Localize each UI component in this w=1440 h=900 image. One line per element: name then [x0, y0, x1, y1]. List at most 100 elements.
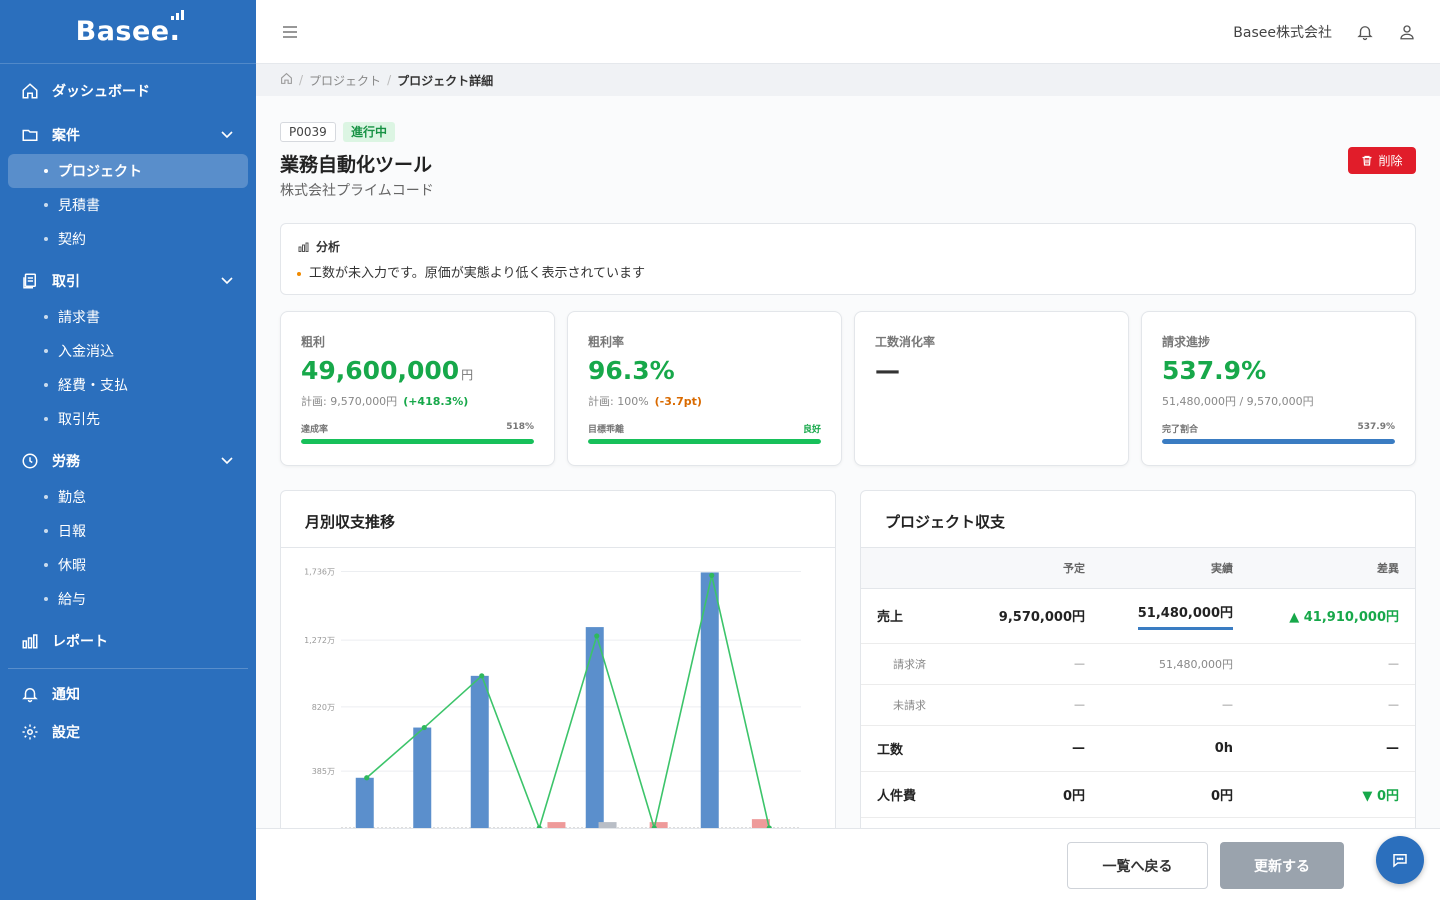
sidebar-group-labor[interactable]: 労務 [8, 442, 248, 480]
user-icon[interactable] [1398, 22, 1416, 46]
actual-value: 51,480,000円 [1101, 643, 1249, 685]
kpi-billing-progress: 請求進捗 537.9% 51,480,000円 / 9,570,000円 完了割… [1141, 311, 1416, 466]
delete-label: 削除 [1378, 154, 1403, 168]
kpi-gross-profit: 粗利 49,600,000 円 計画: 9,570,000円 (+418.3%) 達… [280, 311, 555, 466]
bell-icon [20, 684, 40, 704]
sidebar-item-label: 勤怠 [58, 490, 86, 506]
plan-value: — [971, 725, 1101, 772]
kpi-bar-value: 518% [506, 422, 534, 432]
sidebar-group-cases[interactable]: 案件 [8, 116, 248, 154]
company-name[interactable]: Basee株式会社 [1233, 22, 1332, 42]
progress-bar [301, 439, 534, 444]
row-label: 工数 [861, 725, 971, 772]
y-tick-label: 1,736万 [304, 568, 335, 577]
sidebar-item-payroll[interactable]: 給与 [8, 582, 248, 616]
sidebar-item-estimates[interactable]: 見積書 [8, 188, 248, 222]
analysis-header: 分析 [297, 238, 340, 255]
update-button[interactable]: 更新する [1220, 842, 1344, 889]
home-icon[interactable] [280, 72, 293, 88]
sidebar-item-daily-report[interactable]: 日報 [8, 514, 248, 548]
status-badge: 進行中 [343, 122, 396, 142]
plan-value: 0円 [971, 771, 1101, 818]
kpi-bar-value: 良好 [802, 425, 821, 435]
table-row: 人件費 0円 0円 ▼ 0円 [861, 771, 1415, 818]
breadcrumb-projects[interactable]: プロジェクト [309, 72, 381, 89]
kpi-label: 粗利率 [588, 335, 625, 349]
kpi-effort-usage: 工数消化率 — [854, 311, 1129, 466]
column-header: 実績 [1101, 548, 1249, 589]
kpi-sub: 計画: 9,570,000円 (+418.3%) [301, 395, 469, 408]
progress-bar [1162, 439, 1395, 444]
sidebar-nav: ダッシュボード 案件 プロジェクト 見積書 契約 取引 請求書 入金消込 経費・… [0, 64, 256, 759]
sidebar-item-label: 休暇 [58, 558, 86, 574]
menu-icon[interactable] [282, 24, 298, 43]
documents-icon [20, 271, 40, 291]
logo-text: Basee. [76, 10, 185, 47]
app-logo[interactable]: Basee. [0, 0, 256, 64]
plan-value: — [971, 643, 1101, 685]
revenue-bar [413, 727, 432, 828]
sidebar-item-label: 経費・支払 [58, 378, 128, 394]
sidebar-item-label: 労務 [52, 454, 80, 470]
profit-point [709, 572, 715, 578]
table-row: 未請求 — — — [861, 684, 1415, 726]
client-name: 株式会社プライムコード [280, 183, 434, 199]
sidebar-item-dashboard[interactable]: ダッシュボード [8, 72, 248, 110]
sidebar-item-payment-matching[interactable]: 入金消込 [8, 334, 248, 368]
folder-icon [20, 125, 40, 145]
kpi-value: 96.3% [588, 356, 675, 385]
progress-fill [588, 439, 821, 444]
sidebar-item-attendance[interactable]: 勤怠 [8, 480, 248, 514]
column-header: 差異 [1249, 548, 1415, 589]
sidebar-item-label: 契約 [58, 232, 86, 248]
kpi-bar-value: 537.9% [1357, 422, 1396, 432]
panel-title: 月別収支推移 [281, 491, 835, 548]
sidebar-item-label: 案件 [52, 128, 80, 144]
sidebar-item-settings[interactable]: 設定 [8, 713, 248, 751]
kpi-bar-label: 目標乖離 [588, 425, 625, 435]
analysis-item: 工数が未入力です。原価が実態より低く表示されています [297, 262, 645, 281]
sidebar-item-invoices[interactable]: 請求書 [8, 300, 248, 334]
warning-bullet-icon [297, 271, 301, 276]
chat-button[interactable] [1376, 836, 1424, 884]
profit-point [364, 775, 370, 781]
diff-value: — [1249, 684, 1415, 726]
chevron-down-icon [220, 454, 234, 470]
back-to-list-button[interactable]: 一覧へ戻る [1067, 842, 1208, 889]
sidebar: Basee. ダッシュボード 案件 プロジェクト 見積書 契約 取引 請求書 入… [0, 0, 256, 900]
table-row: 工数 — 0h — [861, 725, 1415, 772]
breadcrumb-current: プロジェクト詳細 [397, 73, 494, 88]
row-label: 未請求 [861, 684, 971, 726]
page-title: 業務自動化ツール [280, 154, 433, 176]
kpi-label: 粗利 [301, 335, 326, 349]
sidebar-item-partners[interactable]: 取引先 [8, 402, 248, 436]
plan-value: 9,570,000円 [971, 588, 1101, 644]
progress-fill [1162, 439, 1395, 444]
action-bar: 一覧へ戻る 更新する [256, 828, 1440, 900]
sidebar-item-label: ダッシュボード [52, 84, 150, 100]
revenue-bar [355, 777, 374, 828]
diff-value: ▼ 0円 [1249, 771, 1415, 818]
sidebar-item-leave[interactable]: 休暇 [8, 548, 248, 582]
revenue-bar [470, 675, 489, 828]
trash-icon [1362, 155, 1372, 166]
table-row: 請求済 — 51,480,000円 — [861, 643, 1415, 685]
kpi-value: 537.9% [1162, 356, 1267, 385]
project-pl-panel: プロジェクト収支 予定 実績 差異 売上 9,570,000円 51,480,0… [860, 490, 1416, 828]
actual-value: — [1101, 684, 1249, 726]
bell-icon[interactable] [1356, 22, 1374, 46]
sidebar-item-projects[interactable]: プロジェクト [8, 154, 248, 188]
logo-bars-icon [171, 10, 185, 20]
sidebar-item-report[interactable]: レポート [8, 622, 248, 660]
progress-bar [588, 439, 821, 444]
column-header: 予定 [971, 548, 1101, 589]
sidebar-item-expenses[interactable]: 経費・支払 [8, 368, 248, 402]
revenue-bar [585, 627, 604, 828]
delete-button[interactable]: 削除 [1348, 147, 1416, 174]
kpi-value: — [875, 356, 900, 385]
sidebar-item-contracts[interactable]: 契約 [8, 222, 248, 256]
sidebar-item-notifications[interactable]: 通知 [8, 675, 248, 713]
kpi-sub: 計画: 100% (-3.7pt) [588, 395, 702, 408]
sidebar-item-label: 日報 [58, 524, 86, 540]
sidebar-group-transactions[interactable]: 取引 [8, 262, 248, 300]
